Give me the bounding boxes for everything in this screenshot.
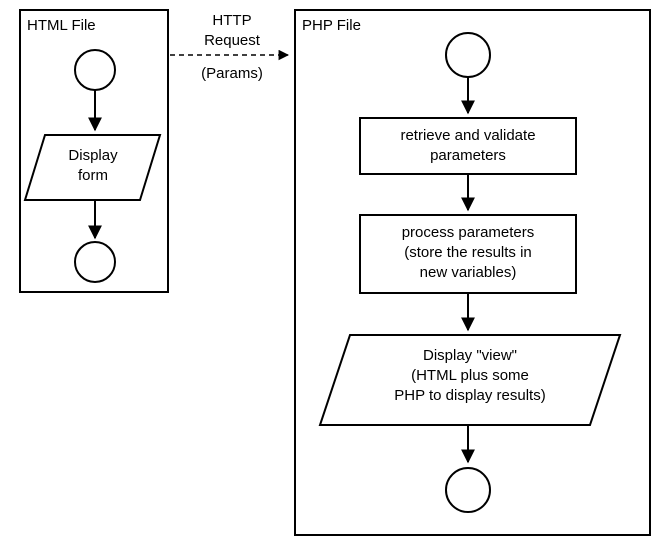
html-file-title: HTML File <box>27 17 96 34</box>
connector-label-3: (Params) <box>201 65 263 82</box>
http-request-connector: HTTP Request (Params) <box>170 12 288 82</box>
retrieve-validate-label-1: retrieve and validate <box>400 127 535 144</box>
connector-label-1: HTTP <box>212 12 251 29</box>
html-file-container: HTML File Display form <box>20 10 168 292</box>
display-view-label-3: PHP to display results) <box>394 387 545 404</box>
display-view-label-2: (HTML plus some <box>411 367 529 384</box>
end-node-icon <box>446 468 490 512</box>
end-node-icon <box>75 242 115 282</box>
display-form-label-2: form <box>78 167 108 184</box>
start-node-icon <box>446 33 490 77</box>
display-view-label-1: Display "view" <box>423 347 517 364</box>
process-params-label-3: new variables) <box>420 264 517 281</box>
php-file-container: PHP File retrieve and validate parameter… <box>295 10 650 535</box>
process-params-label-2: (store the results in <box>404 244 532 261</box>
php-file-title: PHP File <box>302 17 361 34</box>
display-form-label: Display <box>68 147 118 164</box>
flowchart-diagram: HTML File Display form HTTP Request (Par… <box>0 0 665 550</box>
connector-label-2: Request <box>204 32 261 49</box>
retrieve-validate-label-2: parameters <box>430 147 506 164</box>
start-node-icon <box>75 50 115 90</box>
process-params-label-1: process parameters <box>402 224 535 241</box>
